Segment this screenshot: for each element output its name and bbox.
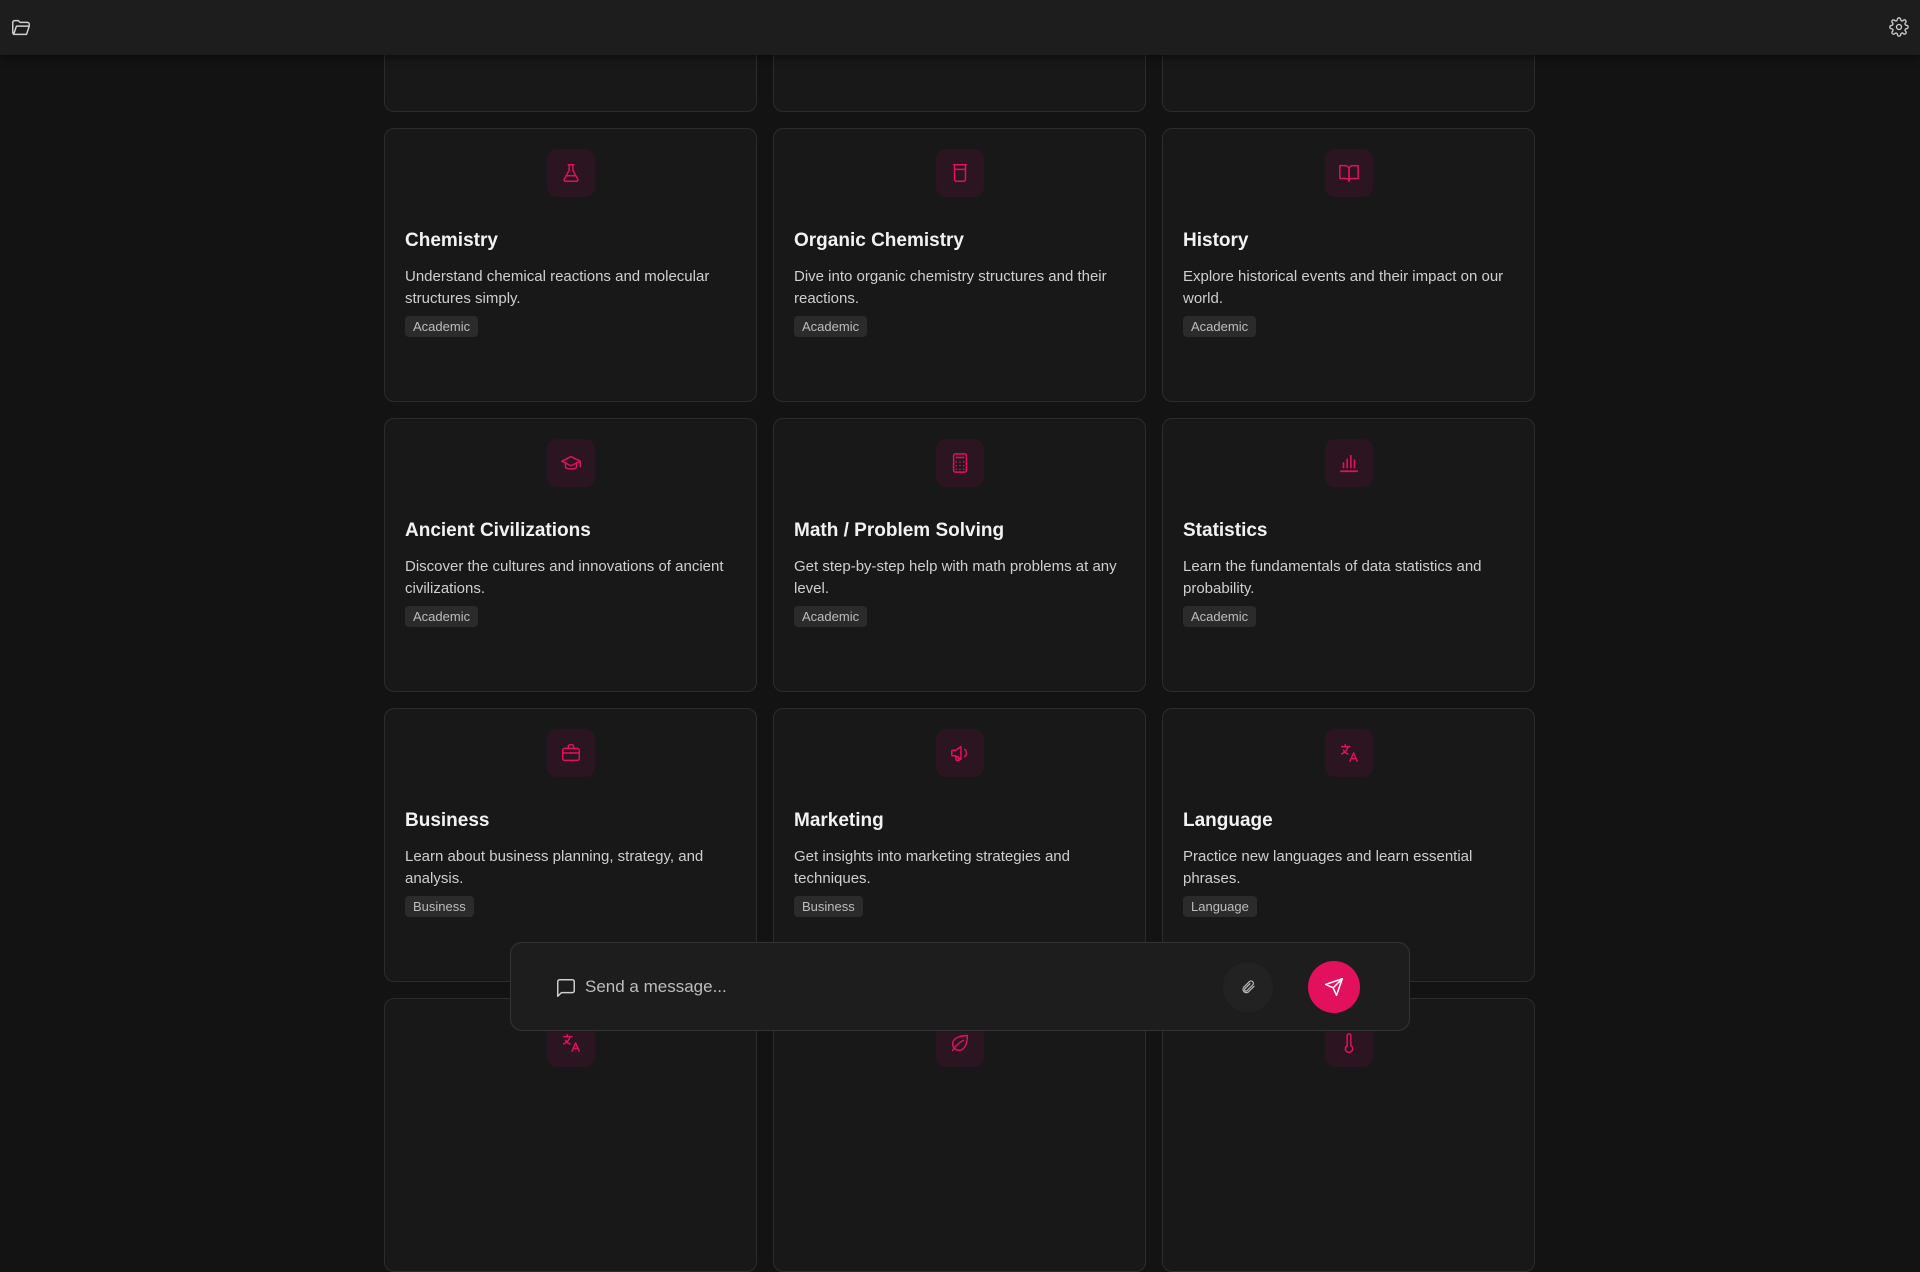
attach-button[interactable] bbox=[1223, 962, 1273, 1012]
paperclip-icon bbox=[1242, 980, 1255, 994]
calculator-icon bbox=[936, 439, 984, 487]
card-partial-bottom-3[interactable] bbox=[1162, 998, 1535, 1272]
card-title: Business bbox=[405, 810, 490, 831]
card-title: Marketing bbox=[794, 810, 884, 831]
bar-chart-icon bbox=[1325, 439, 1373, 487]
category-tag: Language bbox=[1183, 896, 1257, 917]
graduation-cap-icon bbox=[547, 439, 595, 487]
card-ancient-civilizations[interactable]: Ancient Civilizations Discover the cultu… bbox=[384, 418, 757, 692]
megaphone-icon bbox=[936, 729, 984, 777]
card-description: Understand chemical reactions and molecu… bbox=[405, 268, 710, 307]
message-input[interactable] bbox=[585, 971, 1185, 1003]
send-button[interactable] bbox=[1308, 961, 1360, 1013]
card-language[interactable]: Language Practice new languages and lear… bbox=[1162, 708, 1535, 982]
book-open-icon bbox=[1325, 149, 1373, 197]
card-organic-chemistry[interactable]: Organic Chemistry Dive into organic chem… bbox=[773, 128, 1146, 402]
card-description: Explore historical events and their impa… bbox=[1183, 268, 1504, 307]
send-icon bbox=[1324, 977, 1344, 997]
card-title: Language bbox=[1183, 810, 1273, 831]
message-square-icon bbox=[555, 977, 577, 999]
card-description: Practice new languages and learn essenti… bbox=[1183, 848, 1473, 887]
card-description: Learn the fundamentals of data statistic… bbox=[1183, 558, 1482, 597]
card-description: Discover the cultures and innovations of… bbox=[405, 558, 724, 597]
category-tag: Academic bbox=[794, 316, 868, 337]
card-description: Get insights into marketing strategies a… bbox=[794, 848, 1070, 887]
card-marketing[interactable]: Marketing Get insights into marketing st… bbox=[773, 708, 1146, 982]
category-tag: Academic bbox=[1183, 316, 1257, 337]
briefcase-icon bbox=[547, 729, 595, 777]
card-title: Ancient Civilizations bbox=[405, 520, 591, 541]
category-tag: Business bbox=[405, 896, 474, 917]
card-history[interactable]: History Explore historical events and th… bbox=[1162, 128, 1535, 402]
card-partial-bottom-2[interactable] bbox=[773, 998, 1146, 1272]
card-title: Organic Chemistry bbox=[794, 230, 964, 251]
category-tag: Academic bbox=[405, 316, 479, 337]
card-title: Math / Problem Solving bbox=[794, 520, 1005, 541]
flask-icon bbox=[547, 149, 595, 197]
gear-icon[interactable] bbox=[1886, 14, 1912, 40]
card-math-problem-solving[interactable]: Math / Problem Solving Get step-by-step … bbox=[773, 418, 1146, 692]
message-composer bbox=[510, 942, 1410, 1031]
assistant-grid: Chemistry Understand chemical reactions … bbox=[384, 0, 1536, 1272]
translate-icon bbox=[1325, 729, 1373, 777]
card-statistics[interactable]: Statistics Learn the fundamentals of dat… bbox=[1162, 418, 1535, 692]
card-chemistry[interactable]: Chemistry Understand chemical reactions … bbox=[384, 128, 757, 402]
card-description: Dive into organic chemistry structures a… bbox=[794, 268, 1107, 307]
beaker-icon bbox=[936, 149, 984, 197]
card-business[interactable]: Business Learn about business planning, … bbox=[384, 708, 757, 982]
card-description: Get step-by-step help with math problems… bbox=[794, 558, 1117, 597]
folder-icon[interactable] bbox=[8, 14, 34, 40]
category-tag: Academic bbox=[1183, 606, 1257, 627]
category-tag: Business bbox=[794, 896, 863, 917]
card-title: Statistics bbox=[1183, 520, 1268, 541]
category-tag: Academic bbox=[405, 606, 479, 627]
card-partial-bottom-1[interactable] bbox=[384, 998, 757, 1272]
card-description: Learn about business planning, strategy,… bbox=[405, 848, 704, 887]
category-tag: Academic bbox=[794, 606, 868, 627]
card-title: History bbox=[1183, 230, 1249, 251]
top-bar bbox=[0, 0, 1920, 55]
card-title: Chemistry bbox=[405, 230, 498, 251]
